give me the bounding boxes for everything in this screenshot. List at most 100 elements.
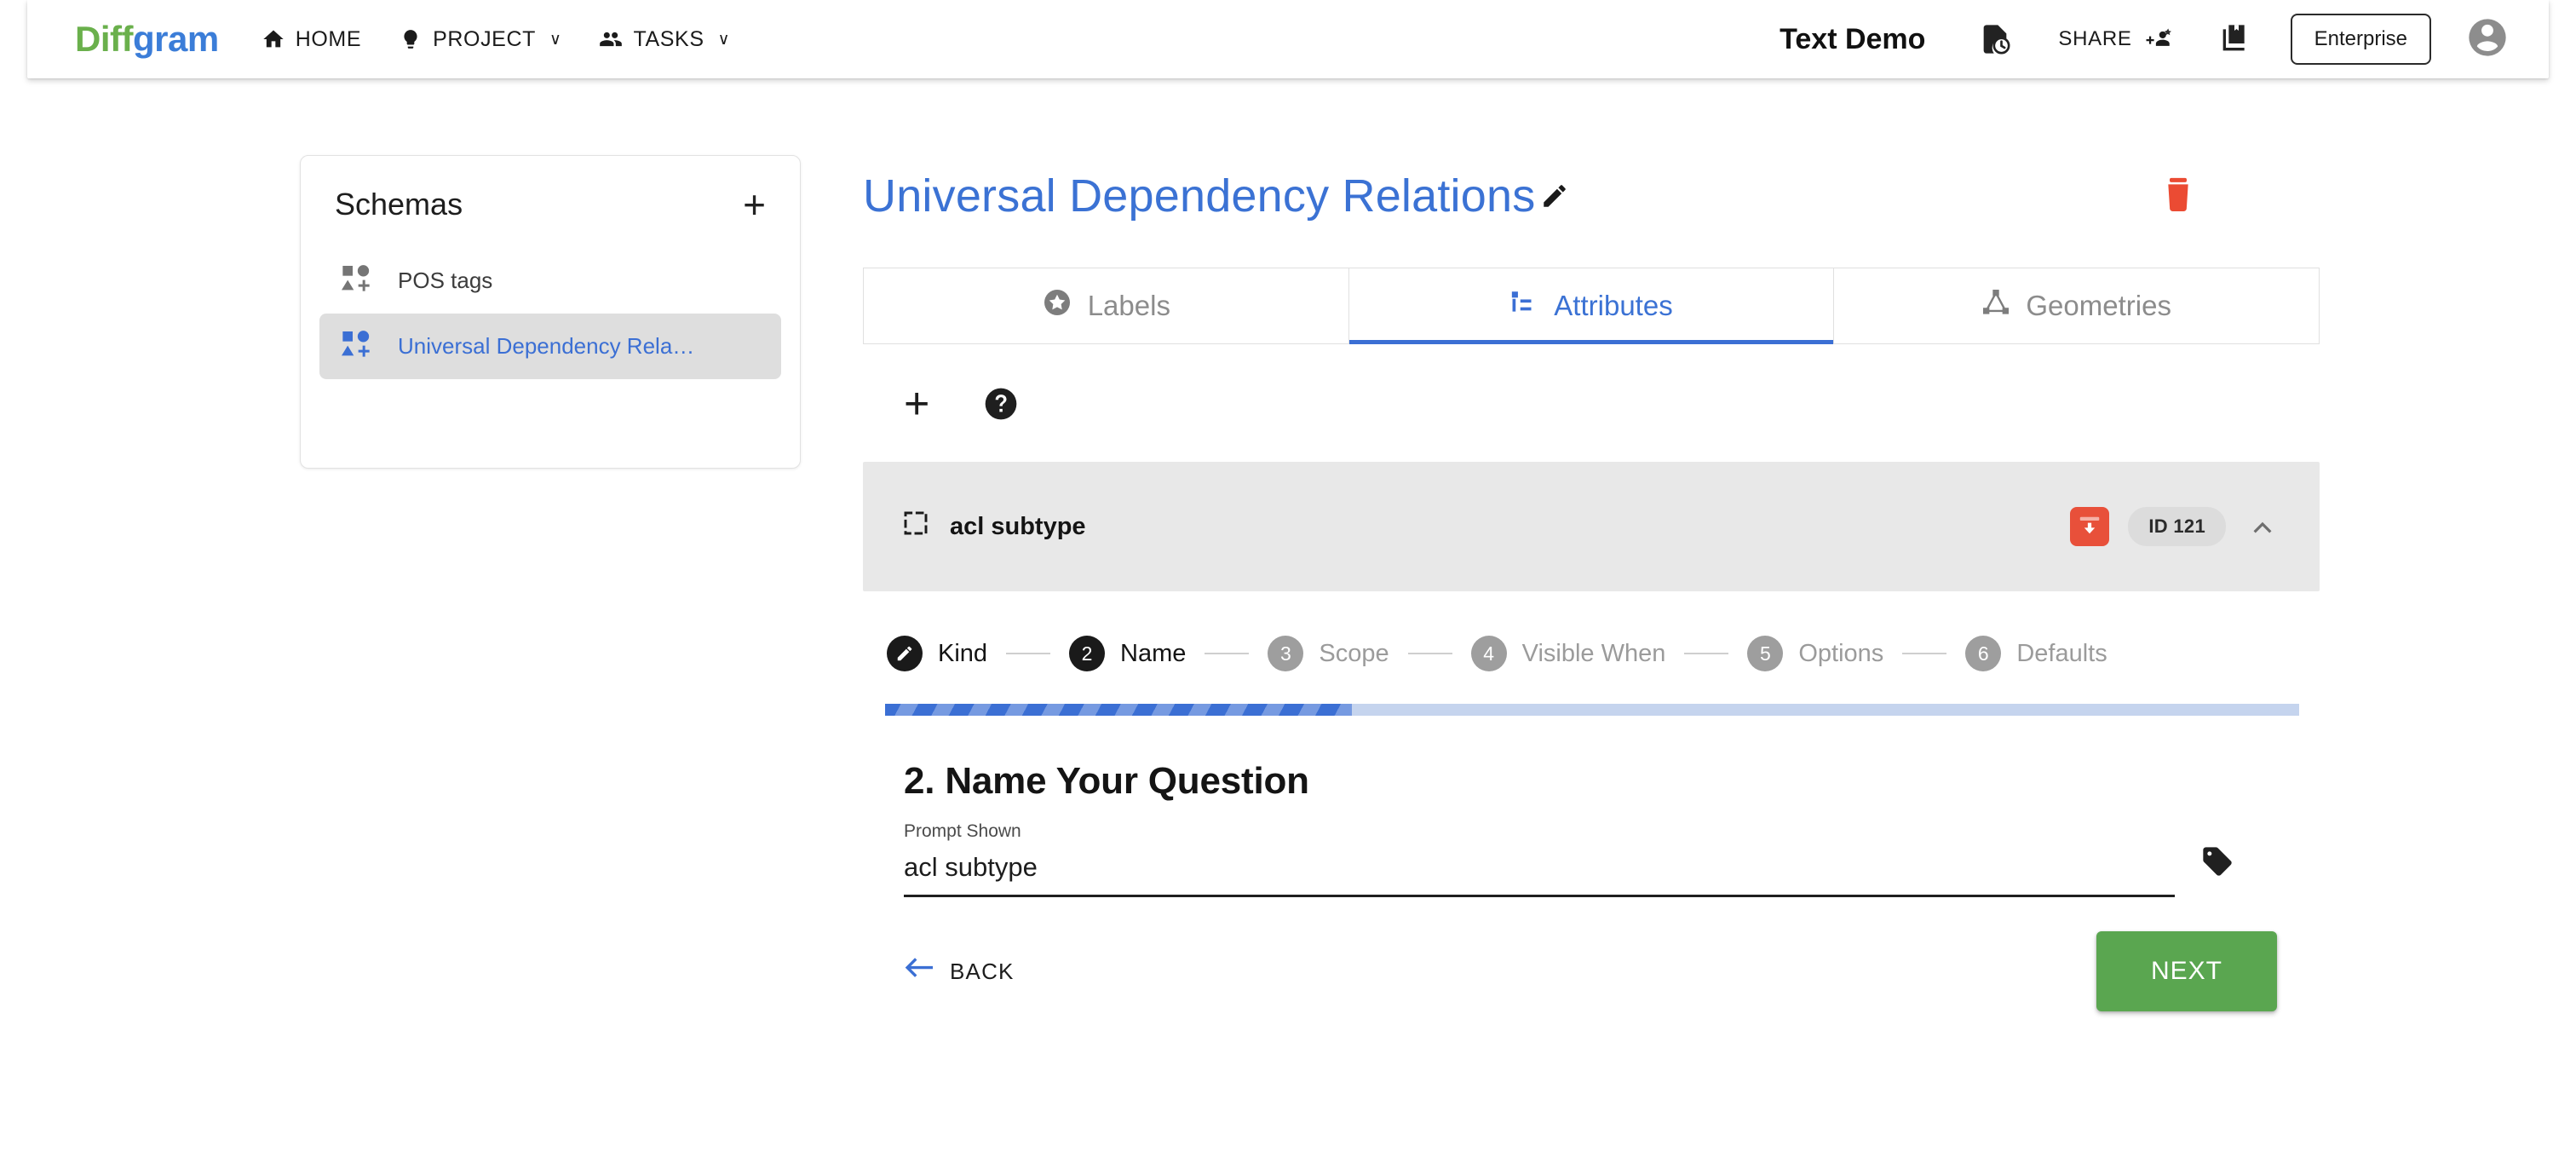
step-name-label: Name (1120, 640, 1186, 668)
selection-box-icon (902, 510, 929, 544)
attribute-stepper: Kind 2 Name 3 Scope 4 Visible When 5 Opt… (863, 636, 2320, 671)
page-title: Universal Dependency Relations (863, 170, 1535, 222)
step-scope-badge: 3 (1268, 636, 1303, 671)
schema-tabs: Labels Attributes (863, 268, 2320, 344)
chevron-down-icon: ∨ (549, 30, 562, 49)
step-visible-when-label: Visible When (1522, 640, 1666, 668)
step-separator (1684, 653, 1728, 654)
shapes-icon (340, 327, 374, 366)
schemas-list: POS tags Universal Dependency Rela… (301, 248, 800, 379)
home-icon (262, 27, 285, 51)
file-clock-icon[interactable] (1976, 20, 2014, 58)
step-actions: BACK NEXT (863, 931, 2277, 1011)
step-name[interactable]: 2 Name (1069, 636, 1186, 671)
prompt-shown-input[interactable] (904, 849, 2175, 897)
back-button[interactable]: BACK (904, 958, 1015, 986)
star-circle-icon (1042, 287, 1072, 325)
project-title: Text Demo (1780, 23, 1925, 56)
schemas-card: Schemas + POS tags (300, 155, 801, 469)
sidebar-item-pos-tags[interactable]: POS tags (319, 248, 781, 314)
attribute-name: acl subtype (950, 513, 1086, 541)
attribute-header-actions: ID 121 (2070, 507, 2280, 546)
attribute-header-panel[interactable]: acl subtype ID 121 (863, 462, 2320, 591)
step-options-badge: 5 (1747, 636, 1783, 671)
step-defaults-badge: 6 (1965, 636, 2001, 671)
step-kind-badge (887, 636, 923, 671)
step-scope[interactable]: 3 Scope (1268, 636, 1389, 671)
nav-item-home-label: HOME (296, 27, 361, 52)
logo-gram-text: gram (133, 19, 219, 59)
schema-title-row: Universal Dependency Relations (863, 155, 2320, 237)
logo-diff-text: Diff (75, 19, 133, 59)
form-heading: 2. Name Your Question (904, 760, 2320, 803)
step-scope-label: Scope (1319, 640, 1389, 668)
sidebar-item-label: Universal Dependency Rela… (398, 333, 694, 360)
sidebar-item-universal-dependency-relations[interactable]: Universal Dependency Rela… (319, 314, 781, 379)
attribute-name-group: acl subtype (902, 510, 1086, 544)
nav-item-tasks-label: TASKS (633, 27, 704, 52)
tab-labels-label: Labels (1088, 290, 1170, 322)
schemas-header: Schemas + (301, 156, 800, 224)
tab-labels[interactable]: Labels (864, 268, 1348, 343)
step-options[interactable]: 5 Options (1747, 636, 1883, 671)
step-separator (1006, 653, 1050, 654)
attributes-tree-icon (1509, 288, 1538, 324)
account-circle-icon[interactable] (2465, 15, 2510, 64)
step-defaults-label: Defaults (2016, 640, 2107, 668)
step-separator (1902, 653, 1946, 654)
step-defaults[interactable]: 6 Defaults (1965, 636, 2107, 671)
share-label: SHARE (2058, 27, 2131, 51)
tab-geometries[interactable]: Geometries (1833, 268, 2319, 343)
arrow-left-icon (904, 958, 933, 986)
sidebar-item-label: POS tags (398, 268, 492, 294)
step-kind[interactable]: Kind (887, 636, 987, 671)
stepper-progress-bar (885, 704, 2299, 716)
main-panel: Universal Dependency Relations Labels (863, 155, 2320, 1011)
archive-arrow-down-icon[interactable] (2070, 507, 2109, 546)
name-step-form: 2. Name Your Question Prompt Shown (863, 760, 2320, 897)
diffgram-logo[interactable]: Diffgram (75, 21, 219, 57)
share-button[interactable]: SHARE (2058, 25, 2171, 54)
stepper-progress-fill (885, 704, 1352, 716)
add-person-icon (2142, 25, 2171, 54)
shapes-icon (340, 262, 374, 300)
prompt-shown-field: Prompt Shown (904, 821, 2175, 897)
plan-button[interactable]: Enterprise (2291, 14, 2431, 65)
tag-icon[interactable] (2200, 844, 2234, 878)
primary-nav: HOME PROJECT ∨ TASKS ∨ (262, 27, 730, 52)
help-circle-icon[interactable] (982, 385, 1020, 423)
step-visible-when-badge: 4 (1471, 636, 1507, 671)
prompt-shown-label: Prompt Shown (904, 821, 2175, 842)
step-kind-label: Kind (938, 640, 987, 668)
back-button-label: BACK (950, 959, 1015, 985)
tab-geometries-label: Geometries (2026, 290, 2171, 322)
app-root: Diffgram HOME PROJECT ∨ TASKS (0, 0, 2576, 1169)
step-name-badge: 2 (1069, 636, 1105, 671)
nav-item-tasks[interactable]: TASKS ∨ (599, 27, 730, 52)
step-options-label: Options (1798, 640, 1883, 668)
plus-icon[interactable]: + (743, 185, 766, 224)
chevron-down-icon: ∨ (718, 30, 731, 49)
people-icon (599, 27, 623, 51)
prompt-shown-field-wrap: Prompt Shown (904, 821, 2207, 897)
bulb-icon (399, 27, 423, 51)
nav-item-home[interactable]: HOME (262, 27, 361, 52)
chevron-up-icon[interactable] (2245, 509, 2280, 544)
pencil-icon[interactable] (1540, 181, 1569, 210)
plus-icon[interactable]: + (904, 382, 929, 426)
nav-item-project[interactable]: PROJECT ∨ (399, 27, 561, 52)
tab-attributes-label: Attributes (1554, 290, 1672, 322)
polygon-icon (1981, 288, 2010, 324)
attributes-toolbar: + (863, 382, 2320, 426)
attribute-id-chip: ID 121 (2128, 507, 2226, 546)
step-separator (1205, 653, 1249, 654)
top-app-bar: Diffgram HOME PROJECT ∨ TASKS (27, 0, 2549, 78)
trash-icon[interactable] (2161, 175, 2195, 218)
tab-attributes[interactable]: Attributes (1348, 268, 1834, 343)
next-button[interactable]: NEXT (2096, 931, 2277, 1011)
step-visible-when[interactable]: 4 Visible When (1471, 636, 1666, 671)
book-icon[interactable] (2216, 20, 2253, 58)
nav-item-project-label: PROJECT (433, 27, 536, 52)
step-separator (1408, 653, 1452, 654)
schemas-title: Schemas (335, 187, 463, 222)
